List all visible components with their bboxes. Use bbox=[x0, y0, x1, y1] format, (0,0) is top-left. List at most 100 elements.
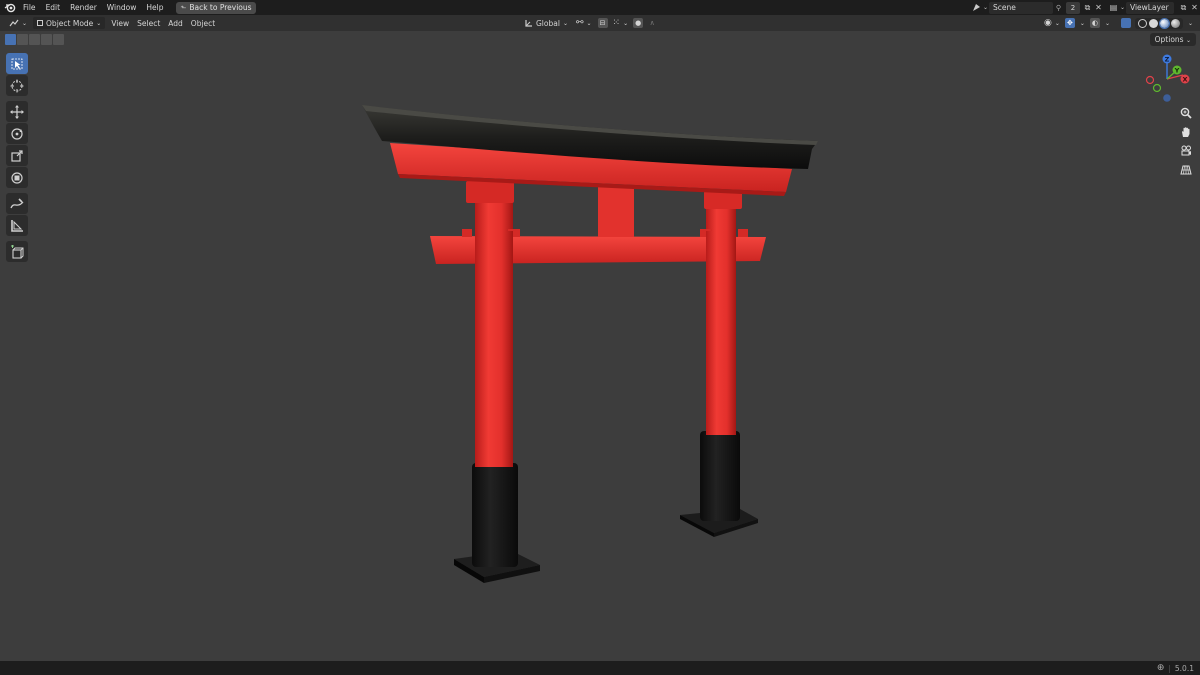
chevron-down-icon[interactable]: ⌄ bbox=[982, 2, 989, 14]
falloff-icon[interactable]: ∧ bbox=[647, 18, 657, 28]
menu-view[interactable]: View bbox=[107, 17, 133, 29]
divider: | bbox=[1168, 663, 1171, 673]
proportional-edit-icon[interactable]: ● bbox=[633, 18, 644, 28]
new-scene-icon[interactable]: ⧉ bbox=[1082, 2, 1093, 14]
object-mode-icon bbox=[37, 20, 44, 26]
wireframe-shading-icon[interactable] bbox=[1137, 18, 1147, 28]
link-icon: ⚯ bbox=[575, 18, 584, 28]
new-view-layer-icon[interactable]: ⧉ bbox=[1178, 2, 1189, 14]
move-icon[interactable] bbox=[6, 101, 28, 122]
view-layer-selector[interactable]: ViewLayer bbox=[1126, 1, 1174, 14]
mode-selector[interactable]: Object Mode ⌄ bbox=[33, 17, 106, 29]
menu-render[interactable]: Render bbox=[65, 0, 102, 15]
navigation-gizmo[interactable]: Z X Y bbox=[1141, 52, 1193, 104]
gizmo-options[interactable]: ⌄ bbox=[1079, 17, 1086, 29]
center-strut[interactable] bbox=[598, 187, 634, 237]
torii-gate-model[interactable] bbox=[0, 31, 1200, 661]
back-arrow-icon: ⬑ bbox=[180, 3, 187, 12]
menu-object[interactable]: Object bbox=[187, 17, 219, 29]
annotate-icon[interactable] bbox=[6, 193, 28, 214]
back-to-previous-button[interactable]: ⬑ Back to Previous bbox=[176, 1, 256, 14]
rendered-shading-icon[interactable] bbox=[1170, 18, 1180, 28]
close-view-layer-icon[interactable]: ✕ bbox=[1189, 2, 1200, 14]
solid-shading-icon[interactable] bbox=[1148, 18, 1158, 28]
right-pillar-front bbox=[706, 231, 736, 267]
chevron-down-icon[interactable]: ⌄ bbox=[1119, 2, 1126, 14]
topbar-right: ⌄ Scene ⚲ 2 ⧉ ✕ ▤ ⌄ ViewLayer ⧉ ✕ bbox=[971, 0, 1200, 15]
gizmo-neg-y-axis[interactable] bbox=[1152, 83, 1162, 93]
menu-add[interactable]: Add bbox=[164, 17, 187, 29]
snap-target-selector[interactable]: ⁙ ⌄ bbox=[612, 17, 630, 29]
chevron-down-icon: ⌄ bbox=[1185, 37, 1191, 44]
options-button[interactable]: Options ⌄ bbox=[1149, 33, 1196, 46]
select-box-icon[interactable] bbox=[6, 53, 28, 74]
material-shading-icon[interactable] bbox=[1158, 17, 1170, 29]
version-label: 5.0.1 bbox=[1174, 663, 1194, 673]
top-menu-bar: File Edit Render Window Help ⬑ Back to P… bbox=[0, 0, 1200, 15]
left-pillar-base[interactable] bbox=[472, 463, 518, 567]
cursor-icon[interactable] bbox=[6, 75, 28, 96]
chevron-down-icon: ⌄ bbox=[1054, 19, 1060, 27]
select-intersect-icon[interactable] bbox=[53, 34, 64, 45]
view-layer-name: ViewLayer bbox=[1130, 3, 1169, 12]
close-scene-icon[interactable]: ✕ bbox=[1093, 2, 1104, 14]
transform-orientation-selector[interactable]: Global ⌄ bbox=[522, 17, 570, 29]
chevron-down-icon: ⌄ bbox=[623, 19, 629, 27]
chevron-down-icon: ⌄ bbox=[1104, 19, 1110, 27]
shading-options[interactable]: ⌄ bbox=[1187, 17, 1194, 29]
xray-toggle-icon[interactable] bbox=[1120, 18, 1131, 28]
zoom-icon[interactable] bbox=[1177, 104, 1195, 121]
viewport-header: ⌄ Object Mode ⌄ View Select Add Object G… bbox=[0, 15, 1200, 31]
menu-select[interactable]: Select bbox=[133, 17, 164, 29]
rotate-icon[interactable] bbox=[6, 123, 28, 144]
add-cube-icon[interactable] bbox=[6, 241, 28, 262]
perspective-grid-icon[interactable] bbox=[1177, 161, 1195, 178]
menu-file[interactable]: File bbox=[18, 0, 41, 15]
pivot-point-selector[interactable]: ⚯ ⌄ bbox=[574, 17, 594, 29]
editor-type-button[interactable]: ⌄ bbox=[5, 17, 31, 29]
camera-view-icon[interactable] bbox=[1177, 142, 1195, 159]
select-invert-icon[interactable] bbox=[41, 34, 52, 45]
gizmo-toggle-icon[interactable]: ✥ bbox=[1064, 18, 1075, 28]
orientation-icon bbox=[525, 19, 532, 27]
select-extend-icon[interactable] bbox=[17, 34, 28, 45]
scene-name: Scene bbox=[993, 3, 1016, 12]
left-pillar-front bbox=[475, 231, 513, 271]
chevron-down-icon: ⌄ bbox=[1079, 19, 1085, 27]
navigation-tools bbox=[1177, 104, 1195, 178]
scene-selector[interactable]: Scene bbox=[989, 1, 1053, 14]
blender-logo-icon[interactable] bbox=[2, 0, 18, 15]
right-pillar-base[interactable] bbox=[700, 431, 740, 521]
pan-hand-icon[interactable] bbox=[1177, 123, 1195, 140]
scene-icon[interactable] bbox=[971, 2, 982, 14]
overlay-toggle-icon[interactable]: ◐ bbox=[1089, 18, 1100, 28]
gizmo-neg-x-axis[interactable] bbox=[1145, 75, 1155, 85]
back-to-previous-label: Back to Previous bbox=[189, 2, 252, 12]
overlay-options[interactable]: ⌄ bbox=[1104, 17, 1111, 29]
gizmo-neg-z-axis[interactable] bbox=[1163, 94, 1171, 102]
header-right-tools: ◉ ⌄ ✥ ⌄ ◐ ⌄ ⌄ bbox=[1043, 17, 1194, 29]
menu-window[interactable]: Window bbox=[102, 0, 142, 15]
shading-modes bbox=[1134, 17, 1183, 29]
snap-toggle-icon[interactable]: ⊟ bbox=[597, 18, 608, 28]
scene-user-count[interactable]: 2 bbox=[1066, 1, 1080, 14]
version-info: ⊕ | 5.0.1 bbox=[1157, 663, 1194, 673]
visibility-selector[interactable]: ◉ ⌄ bbox=[1043, 17, 1061, 29]
globe-icon: ⊕ bbox=[1156, 663, 1165, 673]
menu-help[interactable]: Help bbox=[141, 0, 168, 15]
status-bar: ⊕ | 5.0.1 bbox=[0, 661, 1200, 675]
left-toolbar bbox=[6, 53, 30, 263]
select-new-icon[interactable] bbox=[5, 34, 16, 45]
transform-icon[interactable] bbox=[6, 167, 28, 188]
chevron-down-icon: ⌄ bbox=[1187, 19, 1193, 27]
pin-icon[interactable]: ⚲ bbox=[1053, 4, 1064, 12]
view-layer-icon[interactable]: ▤ bbox=[1108, 2, 1119, 14]
select-subtract-icon[interactable] bbox=[29, 34, 40, 45]
measure-icon[interactable] bbox=[6, 215, 28, 236]
chevron-down-icon: ⌄ bbox=[586, 19, 592, 27]
scale-icon[interactable] bbox=[6, 145, 28, 166]
left-pillar-cap[interactable] bbox=[466, 181, 514, 203]
gizmo-y-label: Y bbox=[1174, 67, 1180, 75]
3d-viewport[interactable] bbox=[0, 31, 1200, 661]
menu-edit[interactable]: Edit bbox=[41, 0, 66, 15]
